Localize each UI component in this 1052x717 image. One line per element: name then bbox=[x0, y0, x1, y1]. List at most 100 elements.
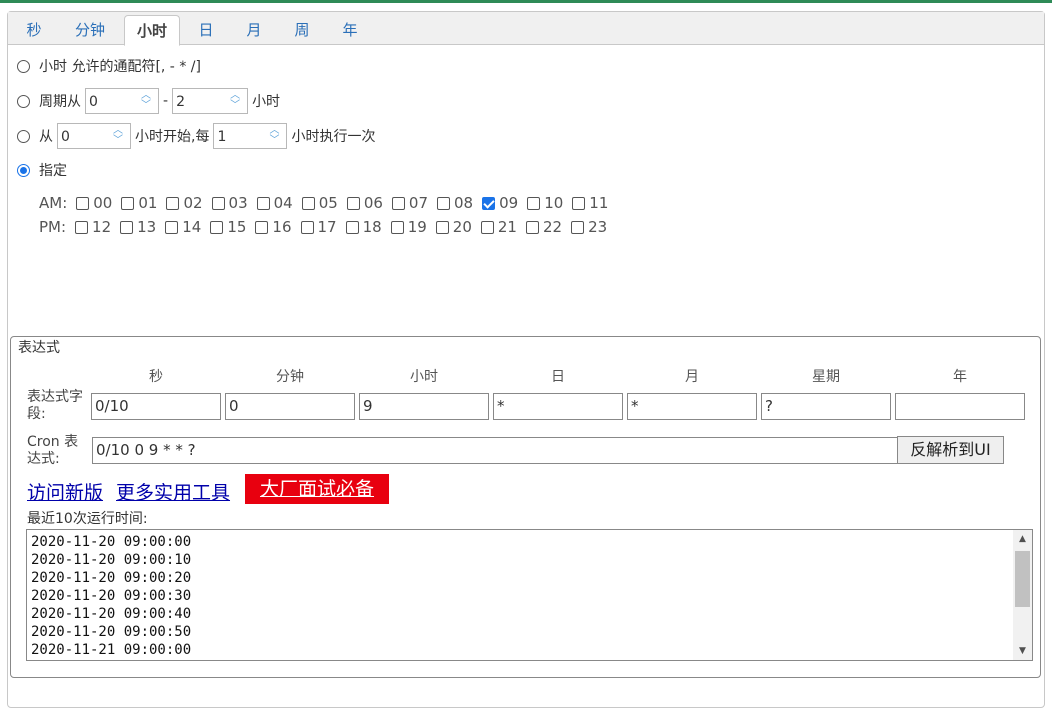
year-field[interactable] bbox=[895, 393, 1025, 420]
tab-year[interactable]: 年 bbox=[332, 15, 368, 45]
col-header-day: 日 bbox=[551, 369, 565, 385]
option-cycle: 周期从 0 ︿ ﹀ - 2 ︿ ﹀ 小时 bbox=[17, 88, 280, 114]
wildcard-label: 小时 允许的通配符[, - * /] bbox=[39, 59, 201, 75]
interval-stepper[interactable]: 1 ︿ ﹀ bbox=[213, 123, 288, 149]
cycle-prefix: 周期从 bbox=[39, 94, 81, 110]
hour-checkbox-05[interactable] bbox=[301, 196, 315, 210]
hour-label-00: 00 bbox=[93, 194, 113, 212]
col-header-month: 月 bbox=[685, 369, 699, 385]
hour-label-15: 15 bbox=[227, 218, 247, 236]
cycle-to-value: 2 bbox=[176, 94, 185, 110]
hour-checkbox-22[interactable] bbox=[525, 220, 539, 234]
wildcard-radio[interactable] bbox=[17, 59, 30, 73]
month-field[interactable]: * bbox=[627, 393, 757, 420]
hour-label-03: 03 bbox=[228, 194, 248, 212]
cycle-to-stepper[interactable]: 2 ︿ ﹀ bbox=[172, 88, 249, 114]
hour-checkbox-03[interactable] bbox=[211, 196, 225, 210]
scrollbar[interactable]: ▲ ▼ bbox=[1013, 530, 1032, 660]
hour-label-19: 19 bbox=[407, 218, 427, 236]
stepper-arrows-icon[interactable]: ︿ ﹀ bbox=[110, 126, 126, 146]
hour-checkbox-09[interactable] bbox=[482, 196, 496, 210]
pm-hours-row: PM: 12 13 14 15 16 17 18 19 20 21 22 23 bbox=[39, 218, 613, 236]
second-field[interactable]: 0/10 bbox=[91, 393, 221, 420]
recent-runs-textarea[interactable]: 2020-11-20 09:00:00 2020-11-20 09:00:10 20… bbox=[26, 529, 1033, 661]
option-specify: 指定 bbox=[17, 160, 67, 180]
hour-label-07: 07 bbox=[408, 194, 429, 212]
minute-field[interactable]: 0 bbox=[225, 393, 355, 420]
hour-label-18: 18 bbox=[362, 218, 382, 236]
hour-checkbox-06[interactable] bbox=[346, 196, 360, 210]
start-value-stepper[interactable]: 0 ︿ ﹀ bbox=[57, 123, 131, 149]
stepper-arrows-icon[interactable]: ︿ ﹀ bbox=[138, 91, 154, 111]
tab-week[interactable]: 周 bbox=[284, 15, 320, 45]
hour-checkbox-10[interactable] bbox=[527, 196, 541, 210]
scroll-up-icon[interactable]: ▲ bbox=[1013, 534, 1032, 544]
cycle-from-value: 0 bbox=[89, 94, 98, 110]
field-label: 表达式字段: bbox=[27, 389, 83, 422]
tab-minute[interactable]: 分钟 bbox=[64, 15, 116, 45]
scroll-thumb[interactable] bbox=[1015, 551, 1030, 607]
hour-label-01: 01 bbox=[138, 194, 158, 212]
run-time-line: 2020-11-20 09:00:10 bbox=[31, 552, 192, 568]
cycle-radio[interactable] bbox=[17, 94, 30, 108]
more-tools-link[interactable]: 更多实用工具 bbox=[116, 478, 230, 505]
hour-checkbox-17[interactable] bbox=[300, 220, 314, 234]
interval-value: 1 bbox=[217, 129, 227, 145]
hour-checkbox-02[interactable] bbox=[166, 196, 180, 210]
hour-label-22: 22 bbox=[542, 218, 563, 236]
tab-second[interactable]: 秒 bbox=[14, 15, 54, 45]
hour-label-02: 02 bbox=[183, 194, 203, 212]
hour-label-06: 06 bbox=[363, 194, 383, 212]
hour-checkbox-07[interactable] bbox=[391, 196, 405, 210]
tab-bar: 秒 分钟 小时 日 月 周 年 bbox=[8, 12, 1044, 46]
run-time-line: 2020-11-20 09:00:20 bbox=[31, 570, 192, 586]
hour-checkbox-21[interactable] bbox=[480, 220, 494, 234]
hour-checkbox-19[interactable] bbox=[390, 220, 404, 234]
hour-checkbox-13[interactable] bbox=[120, 220, 134, 234]
scroll-down-icon[interactable]: ▼ bbox=[1013, 646, 1032, 656]
col-header-year: 年 bbox=[953, 369, 967, 385]
am-hours-row: AM: 00 01 02 03 04 05 06 07 08 09 10 11 bbox=[39, 194, 614, 212]
specify-label: 指定 bbox=[39, 163, 67, 179]
hour-checkbox-20[interactable] bbox=[435, 220, 449, 234]
hour-checkbox-04[interactable] bbox=[256, 196, 270, 210]
expression-legend: 表达式 bbox=[16, 337, 62, 357]
specify-radio[interactable] bbox=[17, 163, 30, 177]
run-time-line: 2020-11-20 09:00:50 bbox=[31, 624, 192, 640]
top-accent-bar bbox=[0, 0, 1052, 3]
interview-link[interactable]: 大厂面试必备 bbox=[245, 474, 389, 504]
hour-checkbox-23[interactable] bbox=[571, 220, 585, 234]
option-start: 从 0 ︿ ﹀ 小时开始,每 1 ︿ ﹀ 小时执行一次 bbox=[17, 123, 375, 149]
hour-label-14: 14 bbox=[182, 218, 202, 236]
hour-checkbox-08[interactable] bbox=[437, 196, 451, 210]
hour-checkbox-11[interactable] bbox=[572, 196, 586, 210]
parse-to-ui-button[interactable]: 反解析到UI bbox=[897, 436, 1004, 464]
hour-checkbox-14[interactable] bbox=[165, 220, 179, 234]
start-radio[interactable] bbox=[17, 129, 30, 143]
hour-checkbox-16[interactable] bbox=[255, 220, 269, 234]
hour-checkbox-15[interactable] bbox=[210, 220, 224, 234]
tab-month[interactable]: 月 bbox=[236, 15, 272, 45]
hour-checkbox-12[interactable] bbox=[75, 220, 89, 234]
new-version-link[interactable]: 访问新版 bbox=[27, 478, 103, 505]
hour-field[interactable]: 9 bbox=[359, 393, 489, 420]
tab-day[interactable]: 日 bbox=[188, 15, 224, 45]
hour-label-20: 20 bbox=[452, 218, 472, 236]
weekday-field[interactable]: ? bbox=[761, 393, 891, 420]
hour-checkbox-01[interactable] bbox=[121, 196, 135, 210]
hour-label-09: 09 bbox=[499, 194, 519, 212]
hour-label-08: 08 bbox=[454, 194, 474, 212]
am-label: AM: bbox=[39, 194, 68, 212]
run-time-line: 2020-11-20 09:00:40 bbox=[31, 606, 192, 622]
hour-checkbox-00[interactable] bbox=[76, 196, 90, 210]
cycle-from-stepper[interactable]: 0 ︿ ﹀ bbox=[85, 88, 159, 114]
tab-hour[interactable]: 小时 bbox=[124, 15, 180, 46]
col-header-weekday: 星期 bbox=[812, 369, 840, 385]
hour-checkbox-18[interactable] bbox=[345, 220, 359, 234]
cron-expression-input[interactable]: 0/10 0 9 * * ? bbox=[92, 437, 898, 464]
cron-label: Cron 表达式: bbox=[27, 434, 79, 467]
start-prefix: 从 bbox=[39, 129, 53, 145]
stepper-arrows-icon[interactable]: ︿ ﹀ bbox=[266, 126, 282, 146]
stepper-arrows-icon[interactable]: ︿ ﹀ bbox=[227, 91, 243, 111]
day-field[interactable]: * bbox=[493, 393, 623, 420]
